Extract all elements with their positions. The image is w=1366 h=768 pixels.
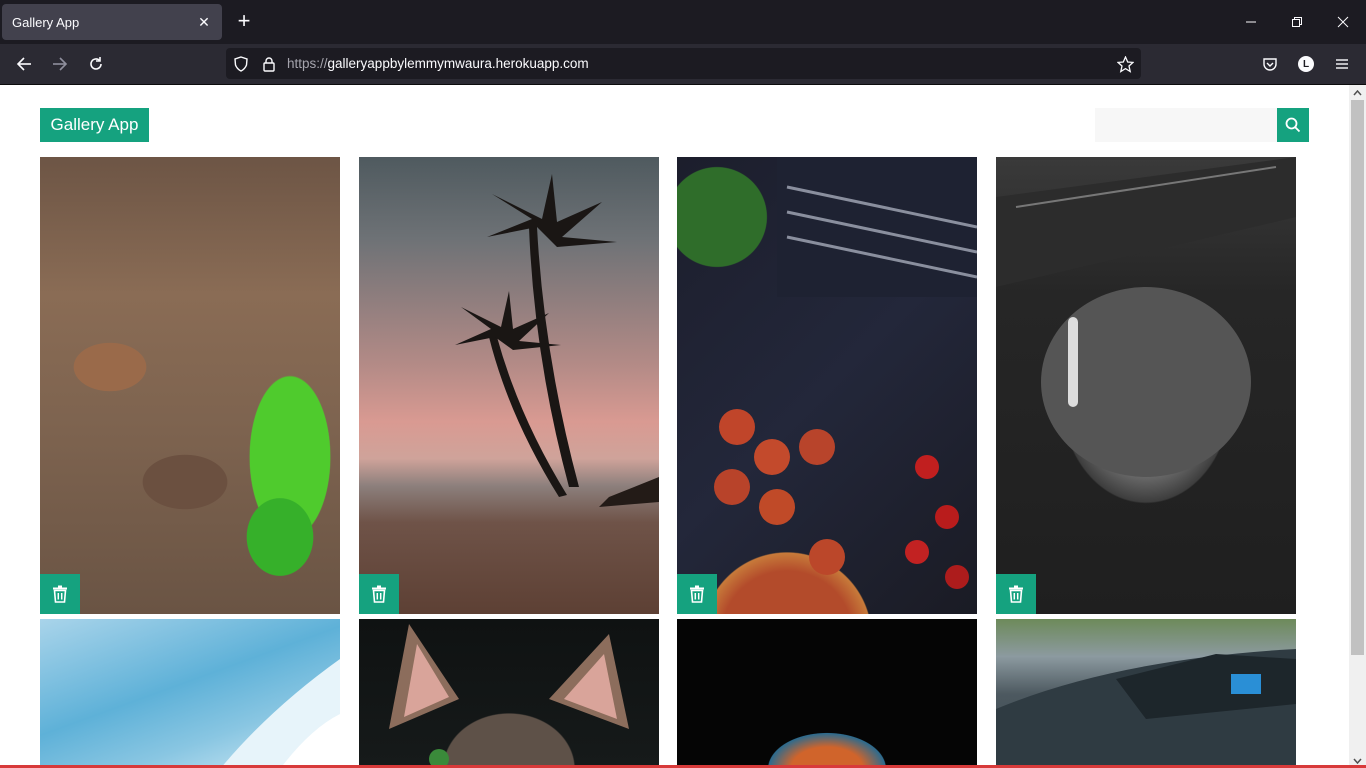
portrait-detail xyxy=(996,157,1296,477)
gallery-card-tomato-tart[interactable] xyxy=(677,157,977,614)
page-scrollbar[interactable] xyxy=(1349,85,1366,768)
scroll-thumb[interactable] xyxy=(1351,100,1364,655)
browser-tabbar: Gallery App ✕ + xyxy=(0,0,1366,44)
gallery-card-upside-down-portrait[interactable] xyxy=(996,157,1296,614)
gallery-card-sports-car[interactable] xyxy=(996,619,1296,768)
close-window-icon[interactable] xyxy=(1320,0,1366,44)
forward-icon[interactable] xyxy=(46,52,74,76)
browser-toolbar: https://galleryappbylemmymwaura.herokuap… xyxy=(0,44,1366,85)
trash-icon xyxy=(372,585,386,603)
trash-icon xyxy=(1009,585,1023,603)
search-button[interactable] xyxy=(1277,108,1309,142)
gallery-card-painted-skull[interactable] xyxy=(677,619,977,768)
delete-button[interactable] xyxy=(359,574,399,614)
tart-detail xyxy=(714,157,977,589)
gallery-card-woman-with-pottery[interactable] xyxy=(40,157,340,614)
tab-title: Gallery App xyxy=(12,14,80,30)
url-host: galleryappbylemmymwaura.herokuapp.com xyxy=(327,56,589,71)
brand-logo[interactable]: Gallery App xyxy=(40,108,149,142)
delete-button[interactable] xyxy=(677,574,717,614)
search-input[interactable] xyxy=(1095,108,1277,142)
car-detail xyxy=(996,649,1296,768)
browser-tab[interactable]: Gallery App ✕ xyxy=(2,4,222,40)
bookmark-star-icon[interactable] xyxy=(1116,55,1134,73)
tab-close-icon[interactable]: ✕ xyxy=(196,14,212,31)
back-icon[interactable] xyxy=(10,52,38,76)
pocket-icon[interactable] xyxy=(1256,52,1284,76)
url-protocol: https:// xyxy=(287,56,328,71)
scroll-up-icon[interactable] xyxy=(1349,85,1366,100)
address-bar[interactable]: https://galleryappbylemmymwaura.herokuap… xyxy=(226,48,1141,79)
new-tab-icon[interactable]: + xyxy=(232,10,256,34)
restore-icon[interactable] xyxy=(1274,0,1320,44)
gallery-card-palm-beach-sunset[interactable] xyxy=(359,157,659,614)
delete-button[interactable] xyxy=(40,574,80,614)
account-initial: L xyxy=(1302,58,1310,70)
palm-silhouette xyxy=(455,174,659,507)
gallery-card-cat-closeup[interactable] xyxy=(359,619,659,768)
page-viewport: Gallery App xyxy=(0,85,1349,768)
search-icon xyxy=(1285,117,1301,133)
reload-icon[interactable] xyxy=(82,52,110,76)
shield-icon[interactable] xyxy=(232,55,250,73)
minimize-icon[interactable] xyxy=(1228,0,1274,44)
trash-icon xyxy=(690,585,704,603)
account-avatar[interactable]: L xyxy=(1292,52,1320,76)
url-text[interactable]: https://galleryappbylemmymwaura.herokuap… xyxy=(287,56,589,71)
trash-icon xyxy=(53,585,67,603)
delete-button[interactable] xyxy=(996,574,1036,614)
menu-icon[interactable] xyxy=(1328,52,1356,76)
wave-detail xyxy=(220,659,340,768)
gallery-card-ocean-waves[interactable] xyxy=(40,619,340,768)
cat-ears xyxy=(389,624,629,768)
lock-icon[interactable] xyxy=(260,55,278,73)
